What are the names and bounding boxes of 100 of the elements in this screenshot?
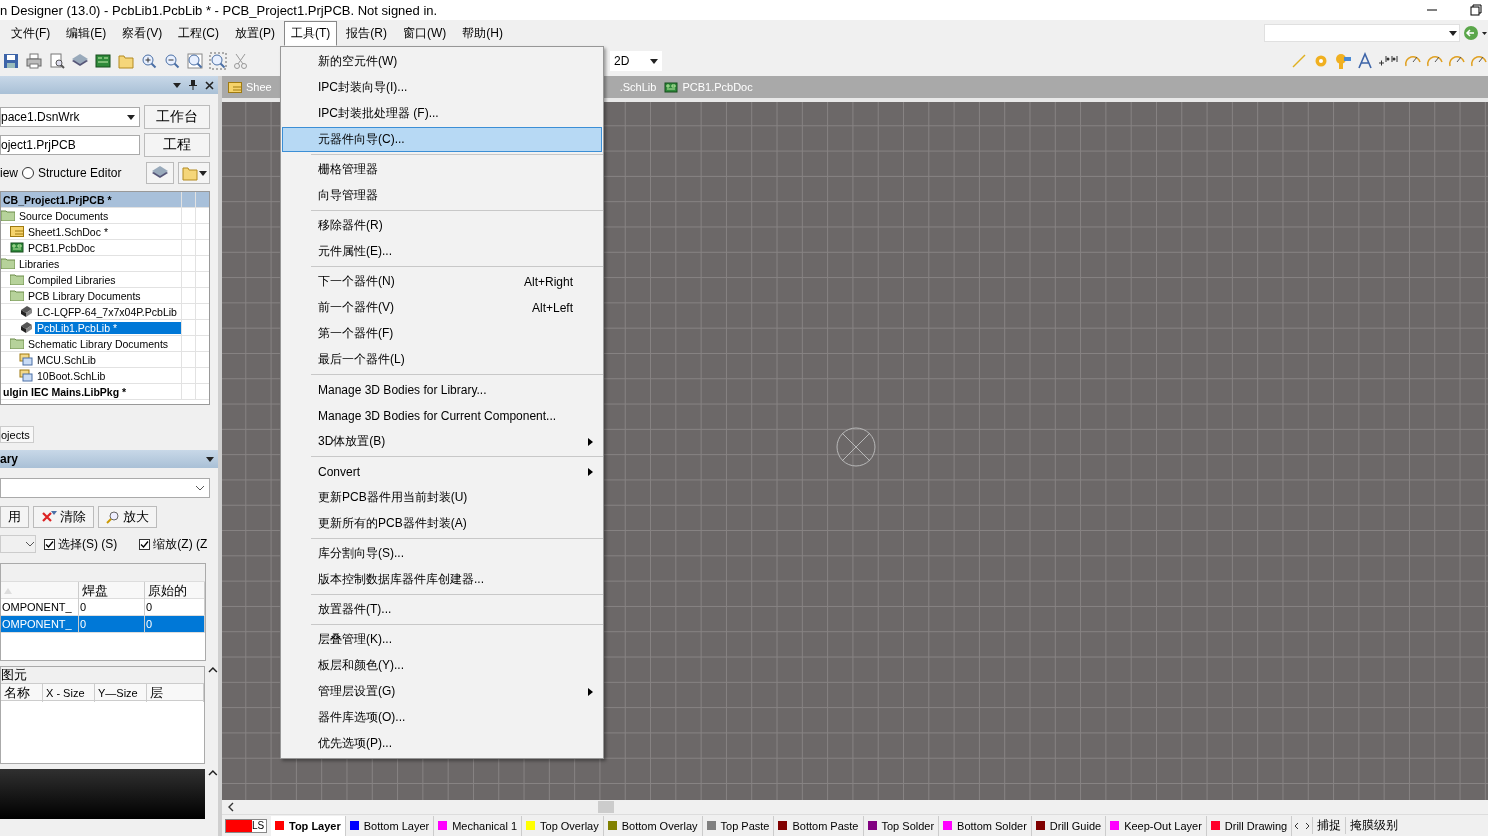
project-button[interactable]: 工程 <box>144 133 210 157</box>
close-icon[interactable] <box>205 80 214 90</box>
tree-row[interactable]: Sheet1.SchDoc * <box>1 224 209 240</box>
workspace-dropdown[interactable]: pace1.DsnWrk <box>0 107 140 127</box>
layer-tab[interactable]: Top Paste <box>702 815 775 836</box>
tree-row[interactable]: PcbLib1.PcbLib * <box>1 320 209 336</box>
tree-row[interactable]: ulgin IEC Mains.LibPkg * <box>1 384 209 400</box>
tree-item[interactable]: PCB1.PcbDoc <box>26 241 98 254</box>
status-button[interactable]: 掩膜级别 <box>1345 817 1403 834</box>
view-mode-dropdown[interactable]: 2D <box>610 51 662 71</box>
scroll-thumb[interactable] <box>598 801 614 813</box>
tree-item[interactable]: Schematic Library Documents <box>26 337 171 350</box>
pin-icon[interactable] <box>189 80 197 90</box>
menu-entry[interactable]: 最后一个器件(L) <box>282 347 602 372</box>
scissors-icon[interactable] <box>232 52 250 70</box>
tree-row[interactable]: CB_Project1.PrjPCB * <box>1 192 209 208</box>
menu-entry[interactable]: 下一个器件(N) Alt+Right <box>282 269 602 294</box>
menu-entry[interactable]: 移除器件(R) <box>282 213 602 238</box>
tree-row[interactable]: PCB1.PcbDoc <box>1 240 209 256</box>
menu-item[interactable]: 工程(C) <box>171 20 226 46</box>
checkbox[interactable] <box>139 538 151 550</box>
panel-button[interactable]: 用 <box>0 506 29 528</box>
layer-tab[interactable]: Drill Drawing <box>1206 815 1293 836</box>
layer-tab[interactable]: Bottom Solder <box>939 815 1032 836</box>
menu-entry[interactable]: IPC封装批处理器 (F)... <box>282 101 602 126</box>
workspace-button[interactable]: 工作台 <box>144 105 210 129</box>
menu-item[interactable]: 编辑(E) <box>59 20 114 46</box>
tree-item[interactable]: Source Documents <box>17 209 111 222</box>
menu-entry[interactable]: 前一个器件(V) Alt+Left <box>282 295 602 320</box>
project-field[interactable]: oject1.PrjPCB <box>0 135 140 155</box>
tree-item[interactable]: ulgin IEC Mains.LibPkg * <box>1 385 129 398</box>
layer-tab[interactable]: Top Solder <box>863 815 940 836</box>
tree-item[interactable]: PCB Library Documents <box>26 289 143 302</box>
menu-item[interactable]: 窗口(W) <box>396 20 454 46</box>
scroll-left-icon[interactable] <box>226 802 236 812</box>
tree-item[interactable]: Libraries <box>17 257 62 270</box>
document-options-button[interactable] <box>178 162 210 184</box>
layer-tab[interactable]: Top Overlay <box>522 815 604 836</box>
menu-item[interactable]: 报告(R) <box>339 20 394 46</box>
menu-entry[interactable]: 层叠管理(K)... <box>282 627 602 652</box>
menu-entry[interactable]: 管理层设置(G) <box>282 679 602 704</box>
collapse-icon[interactable] <box>208 769 218 777</box>
layer-tab[interactable]: Bottom Paste <box>774 815 864 836</box>
tree-item[interactable]: PcbLib1.PcbLib * <box>35 321 181 334</box>
menu-entry[interactable]: IPC封装向导(I)... <box>282 75 602 100</box>
menu-entry[interactable]: 优先选项(P)... <box>282 731 602 756</box>
tree-row[interactable]: Compiled Libraries <box>1 272 209 288</box>
layer-tab[interactable]: Drill Guide <box>1031 815 1107 836</box>
tree-item[interactable]: 10Boot.SchLib <box>35 369 108 382</box>
layer-tab[interactable]: Bottom Layer <box>345 815 435 836</box>
zoom-fit-icon[interactable] <box>186 52 204 70</box>
tree-row[interactable]: LC-LQFP-64_7x7x04P.PcbLib <box>1 304 209 320</box>
menu-entry[interactable]: 更新PCB器件用当前封装(U) <box>282 485 602 510</box>
menu-item[interactable]: 察看(V) <box>115 20 170 46</box>
layer-tab[interactable]: Top Layer <box>271 815 346 836</box>
zoom-in-icon[interactable] <box>140 52 158 70</box>
layer-tab[interactable]: Keep-Out Layer <box>1106 815 1207 836</box>
tree-item[interactable]: MCU.SchLib <box>35 353 98 366</box>
compile-button[interactable] <box>146 162 174 184</box>
menu-entry[interactable]: 放置器件(T)... <box>282 597 602 622</box>
print-preview-icon[interactable] <box>48 52 66 70</box>
menu-entry[interactable]: 器件库选项(O)... <box>282 705 602 730</box>
layer-tab[interactable]: Bottom Overlay <box>603 815 703 836</box>
zoom-selection-icon[interactable] <box>209 52 227 70</box>
column-header[interactable]: Y—Size <box>95 684 147 702</box>
tree-item[interactable]: Sheet1.SchDoc * <box>26 225 110 238</box>
checkbox-label[interactable]: 选择(S) (S) <box>44 535 118 553</box>
tree-item[interactable]: LC-LQFP-64_7x7x04P.PcbLib <box>35 305 179 318</box>
zoom-out-icon[interactable] <box>163 52 181 70</box>
menu-entry[interactable]: 向导管理器 <box>282 183 602 208</box>
mask-field[interactable] <box>0 478 210 498</box>
menu-entry[interactable]: 元器件向导(C)... <box>282 127 602 152</box>
column-header[interactable]: X - Size <box>43 684 95 702</box>
current-layer-swatch[interactable]: LS <box>225 818 267 833</box>
menu-entry[interactable]: Manage 3D Bodies for Current Component... <box>282 403 602 428</box>
menu-entry[interactable]: Manage 3D Bodies for Library... <box>282 377 602 402</box>
tree-row[interactable]: PCB Library Documents <box>1 288 209 304</box>
menu-entry[interactable]: 第一个器件(F) <box>282 321 602 346</box>
tree-row[interactable]: Source Documents <box>1 208 209 224</box>
tree-row[interactable]: 10Boot.SchLib <box>1 368 209 384</box>
column-header[interactable]: 名称 <box>1 684 43 702</box>
tree-item[interactable]: Compiled Libraries <box>26 273 118 286</box>
menu-entry[interactable]: 新的空元件(W) <box>282 49 602 74</box>
tree-row[interactable]: MCU.SchLib <box>1 352 209 368</box>
menu-item[interactable]: 帮助(H) <box>455 20 510 46</box>
via-icon[interactable] <box>1334 52 1352 70</box>
printer-icon[interactable] <box>25 52 43 70</box>
radio-button[interactable] <box>22 167 34 179</box>
tree-item[interactable]: CB_Project1.PrjPCB * <box>1 193 114 206</box>
menu-entry[interactable]: 栅格管理器 <box>282 157 602 182</box>
menu-entry[interactable]: 板层和颜色(Y)... <box>282 653 602 678</box>
tree-row[interactable]: Schematic Library Documents <box>1 336 209 352</box>
menu-entry[interactable]: 3D体放置(B) <box>282 429 602 454</box>
panel-button[interactable]: 清除 <box>33 506 94 528</box>
panel-button[interactable]: 放大 <box>98 506 157 528</box>
layer-tab[interactable]: Mechanical 1 <box>434 815 522 836</box>
tree-row[interactable]: Libraries <box>1 256 209 272</box>
text-tool-icon[interactable] <box>1356 52 1374 70</box>
menu-entry[interactable]: Convert <box>282 459 602 484</box>
menu-item[interactable]: 工具(T) <box>284 20 338 46</box>
